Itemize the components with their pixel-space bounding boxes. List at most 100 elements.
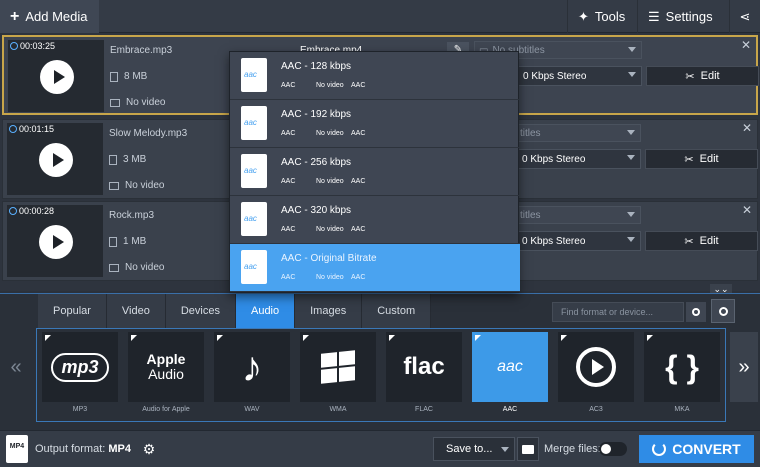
preset-item-selected[interactable]: aac AAC - Original Bitrate AAC No video AA… <box>230 244 520 292</box>
film-icon <box>109 181 119 190</box>
preset-item[interactable]: aac AAC - 192 kbps AAC No video AAC <box>230 100 520 148</box>
preset-meta-video: No video <box>316 130 344 137</box>
tab-audio[interactable]: Audio <box>235 294 296 328</box>
preset-title: AAC - 192 kbps <box>281 109 352 120</box>
play-icon[interactable] <box>39 225 73 259</box>
format-label: WMA <box>329 406 347 413</box>
tab-custom[interactable]: Custom <box>362 294 432 328</box>
chevron-down-icon <box>501 447 509 452</box>
preset-item[interactable]: aac AAC - 256 kbps AAC No video AAC <box>230 148 520 196</box>
film-icon <box>109 263 119 272</box>
apple-audio-logo-icon: Apple Audio <box>128 332 204 402</box>
format-label: FLAC <box>415 406 433 413</box>
format-ac3[interactable]: AC3 <box>558 332 634 420</box>
settings-button[interactable]: ☰ Settings <box>637 0 729 33</box>
gear-icon[interactable]: ⚙ <box>140 440 158 458</box>
remove-file-close-icon[interactable]: ✕ <box>742 203 752 217</box>
add-media-button[interactable]: + Add Media <box>0 0 99 33</box>
preset-meta-audio: AAC <box>351 130 366 137</box>
tab-popular[interactable]: Popular <box>38 294 107 328</box>
bottom-bar: MP4 Output format: MP4 ⚙ Save to... Merg… <box>0 430 760 467</box>
play-icon[interactable] <box>40 60 74 94</box>
preset-title: AAC - Original Bitrate <box>281 253 377 264</box>
format-search-placeholder: Find format or device... <box>561 307 654 317</box>
duration-text: 00:03:25 <box>20 41 56 51</box>
preset-item[interactable]: aac AAC - 320 kbps AAC No video AAC <box>230 196 520 244</box>
find-device-button[interactable] <box>711 299 735 323</box>
film-icon <box>110 98 120 107</box>
merge-files-toggle[interactable] <box>599 442 627 456</box>
music-note-icon: ♪ <box>214 332 290 402</box>
format-mka[interactable]: { } MKA <box>644 332 720 420</box>
video-info: No video <box>109 180 164 191</box>
file-size: 3 MB <box>109 154 146 165</box>
format-label: WAV <box>244 406 260 413</box>
scissors-icon: ✂ <box>685 70 695 83</box>
search-button[interactable] <box>686 302 706 322</box>
apple-logo-line1: Apple <box>146 350 186 367</box>
aac-file-icon: aac <box>241 106 267 140</box>
convert-label: CONVERT <box>672 441 741 457</box>
clock-icon <box>10 42 18 50</box>
preset-title: AAC - 256 kbps <box>281 157 352 168</box>
format-label: MKA <box>674 406 690 413</box>
video-info-text: No video <box>125 262 165 273</box>
scroll-left-chevron-icon[interactable]: « <box>2 332 30 402</box>
video-info-text: No video <box>125 180 165 191</box>
tab-video[interactable]: Video <box>106 294 166 328</box>
chevron-down-icon <box>627 212 635 217</box>
format-search-input[interactable]: Find format or device... <box>552 302 684 322</box>
tab-images[interactable]: Images <box>295 294 363 328</box>
format-wav[interactable]: ♪ WAV <box>214 332 290 420</box>
output-format[interactable]: Output format: MP4 <box>35 443 131 455</box>
file-size-text: 8 MB <box>124 71 148 82</box>
preset-meta: AAC No video AAC <box>281 226 386 233</box>
share-button[interactable]: ⋖ <box>729 0 760 33</box>
format-wma[interactable]: WMA <box>300 332 376 420</box>
share-icon: ⋖ <box>739 8 751 24</box>
duration-text: 00:00:28 <box>19 206 55 216</box>
scroll-right-chevron-icon[interactable]: » <box>730 332 758 402</box>
format-aac[interactable]: aac AAC <box>472 332 548 420</box>
tools-button[interactable]: ✦ Tools <box>567 0 637 33</box>
preset-meta-video: No video <box>316 274 344 281</box>
tab-devices[interactable]: Devices <box>165 294 236 328</box>
mka-logo-text: { } <box>665 348 699 385</box>
mka-logo-icon: { } <box>644 332 720 402</box>
folder-icon <box>522 444 534 454</box>
save-to-dropdown[interactable]: Save to... <box>433 437 515 461</box>
file-size: 8 MB <box>110 71 147 82</box>
format-flac[interactable]: flac FLAC <box>386 332 462 420</box>
file-thumbnail[interactable]: 00:01:15 <box>7 123 103 195</box>
file-thumbnail[interactable]: 00:00:28 <box>7 205 103 277</box>
format-label: Audio for Apple <box>142 406 190 413</box>
preset-title: AAC - 320 kbps <box>281 205 352 216</box>
preset-meta-format: AAC <box>281 178 296 185</box>
preset-meta-video: No video <box>316 82 344 89</box>
edit-button[interactable]: ✂ Edit <box>645 149 758 169</box>
preset-meta: AAC No video AAC <box>281 82 386 89</box>
convert-button[interactable]: CONVERT <box>639 435 754 463</box>
duration: 00:03:25 <box>10 41 55 51</box>
format-preset-dropdown: aac AAC - 128 kbps AAC No video AAC aac AA… <box>229 51 520 293</box>
preset-item[interactable]: aac AAC - 128 kbps AAC No video AAC <box>230 52 520 100</box>
file-thumbnail[interactable]: 00:03:25 <box>8 40 104 112</box>
edit-button[interactable]: ✂ Edit <box>645 231 758 251</box>
format-mp3[interactable]: mp3 MP3 <box>42 332 118 420</box>
open-folder-button[interactable] <box>517 437 539 461</box>
play-icon[interactable] <box>39 143 73 177</box>
file-name: Rock.mp3 <box>109 210 155 221</box>
edit-label: Edit <box>699 235 719 247</box>
edit-button[interactable]: ✂ Edit <box>646 66 759 86</box>
remove-file-close-icon[interactable]: ✕ <box>741 38 751 52</box>
format-apple-audio[interactable]: Apple Audio Audio for Apple <box>128 332 204 420</box>
output-format-label: Output format: <box>35 443 106 455</box>
duration: 00:00:28 <box>9 206 54 216</box>
remove-file-close-icon[interactable]: ✕ <box>742 121 752 135</box>
clock-icon <box>9 125 17 133</box>
preset-meta-audio: AAC <box>351 178 366 185</box>
preset-meta-audio: AAC <box>351 274 366 281</box>
file-icon <box>110 71 118 82</box>
preset-meta-audio: AAC <box>351 82 366 89</box>
flac-logo-text: flac <box>403 353 445 380</box>
